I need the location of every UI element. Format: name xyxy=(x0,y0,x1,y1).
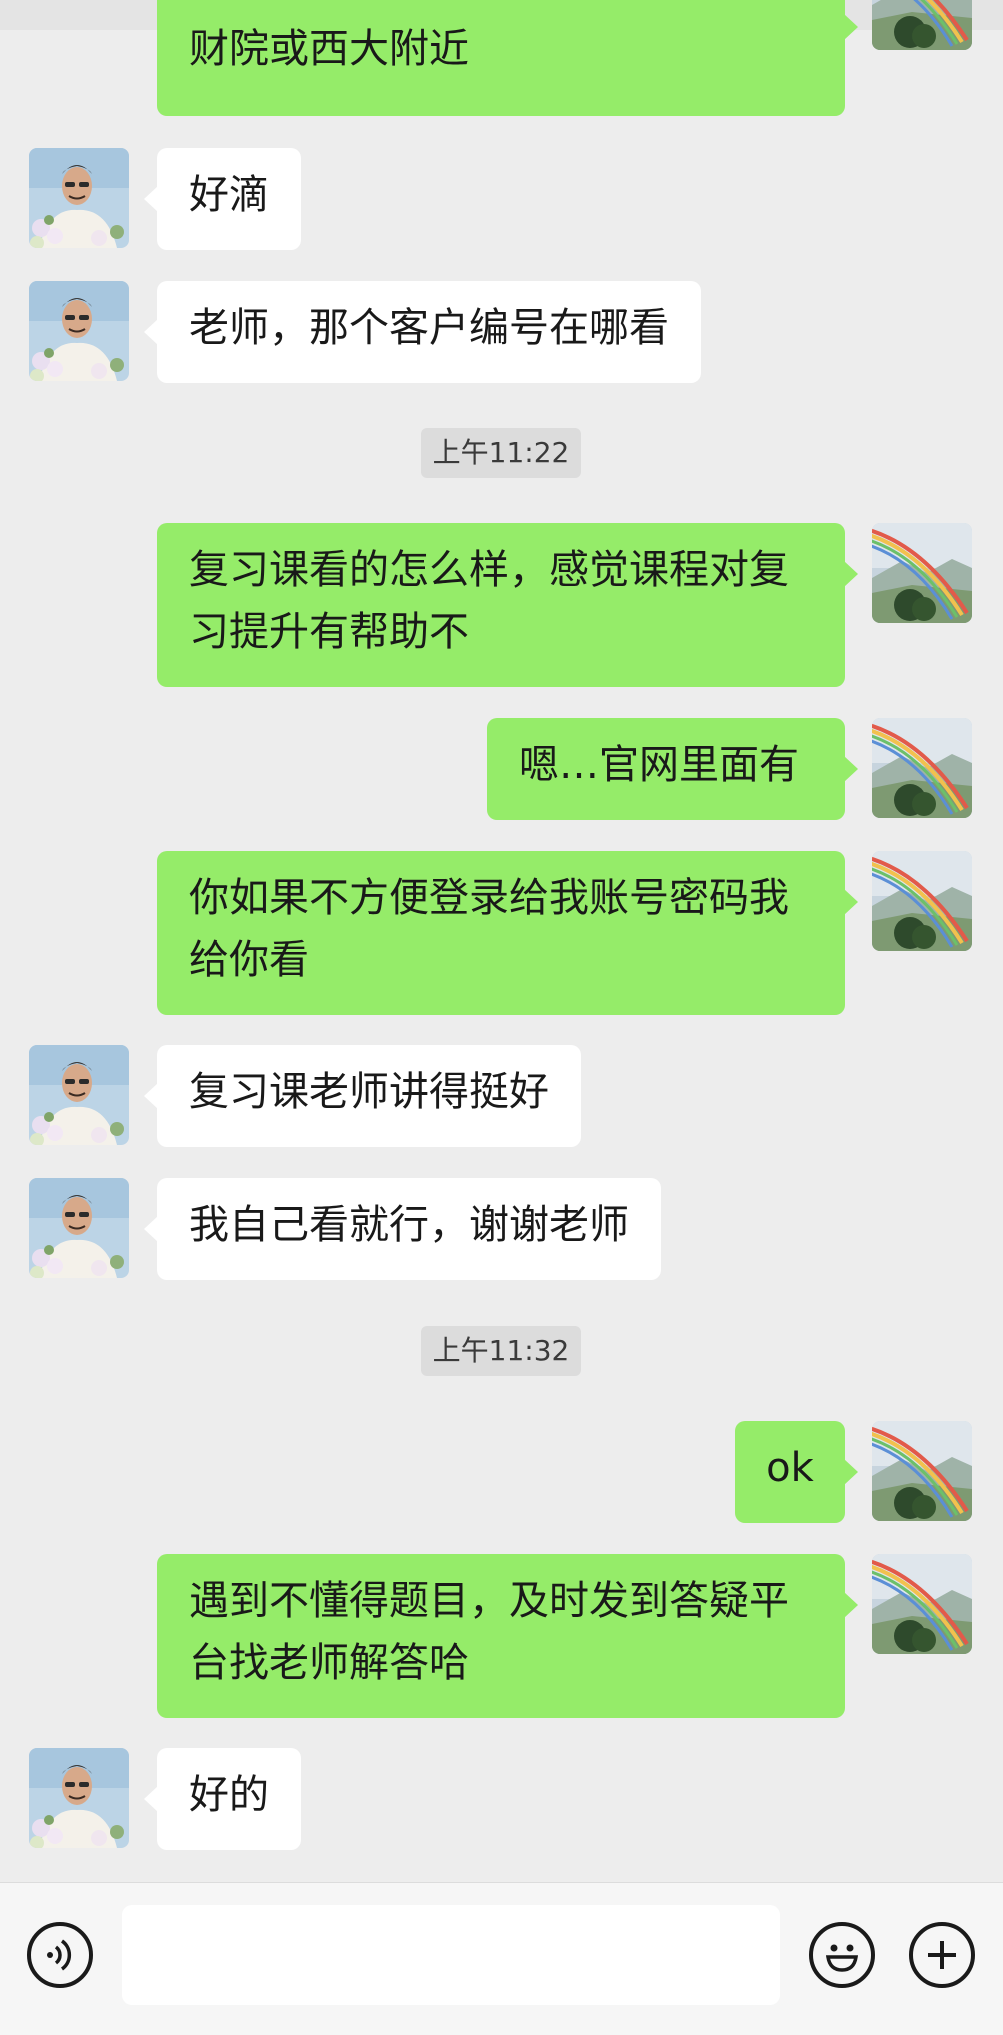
elderly-man-flowers-icon xyxy=(29,148,129,248)
timestamp: 上午11:22 xyxy=(421,428,581,478)
message-bubble-outgoing[interactable]: 遇到不懂得题目，及时发到答疑平 台找老师解答哈 xyxy=(157,1554,858,1718)
elderly-man-flowers-icon xyxy=(29,1045,129,1145)
message-bubble-outgoing[interactable]: 嗯…官网里面有 xyxy=(487,718,858,820)
message-bubble-incoming[interactable]: 我自己看就行，谢谢老师 xyxy=(144,1178,661,1280)
elderly-man-flowers-icon xyxy=(29,281,129,381)
plus-button[interactable] xyxy=(909,1922,975,1988)
voice-icon xyxy=(47,1939,72,1971)
message-bubble-incoming[interactable]: 好滴 xyxy=(144,148,301,250)
message-bubble-incoming[interactable]: 好的 xyxy=(144,1748,301,1850)
self-avatar[interactable] xyxy=(872,0,972,50)
input-toolbar xyxy=(0,1882,1003,2035)
rainbow-landscape-icon xyxy=(872,0,972,50)
self-avatar[interactable] xyxy=(872,1554,972,1654)
rainbow-landscape-icon xyxy=(872,1421,972,1521)
rainbow-landscape-icon xyxy=(872,718,972,818)
message-bubble-outgoing[interactable]: 财院或西大附近 xyxy=(157,0,858,116)
message-bubble-outgoing[interactable]: 你如果不方便登录给我账号密码我 给你看 xyxy=(157,851,858,1015)
contact-avatar[interactable] xyxy=(29,1045,129,1145)
voice-button[interactable] xyxy=(27,1922,93,1988)
message-bubble-incoming[interactable]: 复习课老师讲得挺好 xyxy=(144,1045,581,1147)
message-bubble-incoming[interactable]: 老师，那个客户编号在哪看 xyxy=(144,281,701,383)
contact-avatar[interactable] xyxy=(29,1178,129,1278)
rainbow-landscape-icon xyxy=(872,523,972,623)
timestamp: 上午11:32 xyxy=(421,1326,581,1376)
elderly-man-flowers-icon xyxy=(29,1178,129,1278)
chat-area[interactable]: 财院或西大附近 好滴 老师，那个客户编号在哪看 上午11:22 复习课看的怎么样… xyxy=(0,0,1003,1882)
self-avatar[interactable] xyxy=(872,1421,972,1521)
message-bubble-outgoing[interactable]: ok xyxy=(735,1421,858,1523)
self-avatar[interactable] xyxy=(872,523,972,623)
elderly-man-flowers-icon xyxy=(29,1748,129,1848)
self-avatar[interactable] xyxy=(872,851,972,951)
rainbow-landscape-icon xyxy=(872,851,972,951)
contact-avatar[interactable] xyxy=(29,148,129,248)
contact-avatar[interactable] xyxy=(29,281,129,381)
contact-avatar[interactable] xyxy=(29,1748,129,1848)
message-bubble-outgoing[interactable]: 复习课看的怎么样，感觉课程对复 习提升有帮助不 xyxy=(157,523,858,687)
rainbow-landscape-icon xyxy=(872,1554,972,1654)
message-input[interactable] xyxy=(122,1905,780,2005)
self-avatar[interactable] xyxy=(872,718,972,818)
plus-icon xyxy=(928,1941,956,1969)
emoji-icon xyxy=(825,1944,859,1972)
emoji-button[interactable] xyxy=(809,1922,875,1988)
